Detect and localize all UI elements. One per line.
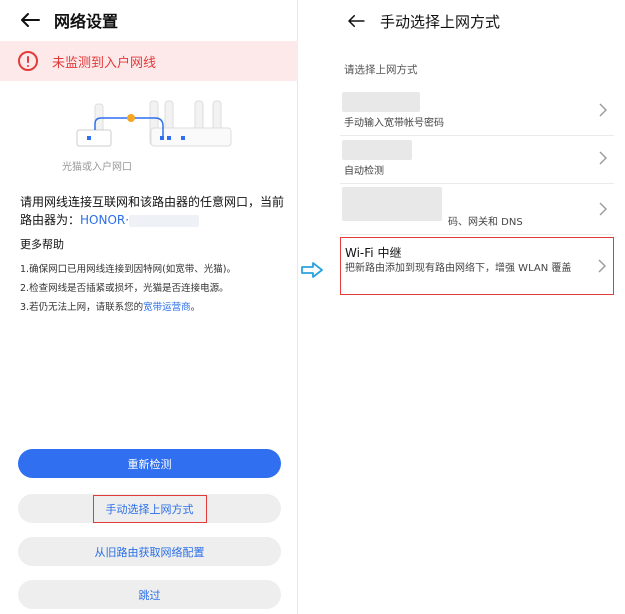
- description: 请用网线连接互联网和该路由器的任意网口，当前路由器为：HONOR·: [20, 193, 286, 229]
- alert-banner: 未监测到入户网线: [0, 41, 298, 81]
- option-label: 把新路由添加到现有路由网络下，增强 WLAN 覆盖: [345, 263, 572, 274]
- option-wifi-repeater[interactable]: Wi-Fi 中继 把新路由添加到现有路由网络下，增强 WLAN 覆盖: [340, 237, 614, 295]
- option-title: Wi-Fi 中继: [345, 246, 402, 260]
- redacted-block: [342, 92, 420, 112]
- redacted-block: [342, 140, 412, 160]
- manual-select-button[interactable]: 手动选择上网方式: [18, 494, 281, 523]
- isp-link[interactable]: 宽带运营商: [143, 302, 191, 313]
- page-title: 手动选择上网方式: [380, 12, 501, 31]
- manual-select-label: 手动选择上网方式: [92, 494, 207, 523]
- chevron-right-icon: [599, 103, 607, 117]
- option-pppoe[interactable]: 手动输入宽带帐号密码: [340, 86, 614, 136]
- router-name: HONOR·: [80, 213, 130, 227]
- manual-method-panel: 手动选择上网方式 请选择上网方式 手动输入宽带帐号密码 自动检测 码、网关和 D…: [326, 0, 625, 614]
- help-list: 1.确保网口已用网线连接到因特网(如宽带、光猫)。 2.检查网线是否插紧或损坏，…: [20, 260, 290, 317]
- help-item-suffix: 。: [190, 302, 201, 313]
- screenshot: 网络设置 未监测到入户网线 光猫或入户网口 请用网线连接互联网和该路由器的任意网…: [0, 0, 625, 614]
- back-button[interactable]: [344, 9, 368, 33]
- arrow-left-icon: [348, 14, 365, 28]
- recheck-button[interactable]: 重新检测: [18, 449, 281, 478]
- arrow-left-icon: [21, 13, 40, 27]
- help-item-text: 3.若仍无法上网，请联系您的: [20, 302, 144, 313]
- section-subtitle: 请选择上网方式: [344, 64, 418, 76]
- alert-text: 未监测到入户网线: [52, 55, 157, 71]
- help-item: 2.检查网线是否插紧或损坏，光猫是否连接电源。: [20, 283, 229, 294]
- chevron-right-icon: [599, 202, 607, 216]
- option-static-ip[interactable]: 码、网关和 DNS: [340, 185, 614, 235]
- help-item: 3.若仍无法上网，请联系您的宽带运营商。: [20, 298, 290, 317]
- option-label: 手动输入宽带帐号密码: [344, 118, 444, 129]
- option-auto-detect[interactable]: 自动检测: [340, 134, 614, 184]
- import-from-old-router-button[interactable]: 从旧路由获取网络配置: [18, 537, 281, 566]
- top-bar: 手动选择上网方式: [326, 0, 625, 42]
- router-illustration-icon: [76, 100, 232, 147]
- help-title: 更多帮助: [20, 238, 64, 251]
- arrow-right-icon: [300, 260, 324, 280]
- diagram-caption: 光猫或入户网口: [62, 162, 132, 173]
- page-title: 网络设置: [54, 12, 119, 31]
- redacted-block: [342, 187, 442, 221]
- network-settings-panel: 网络设置 未监测到入户网线 光猫或入户网口 请用网线连接互联网和该路由器的任意网…: [0, 0, 298, 614]
- option-label: 自动检测: [344, 166, 384, 177]
- chevron-right-icon: [598, 259, 606, 273]
- skip-button[interactable]: 跳过: [18, 580, 281, 609]
- top-bar: 网络设置: [0, 0, 297, 40]
- warning-icon: [18, 51, 38, 71]
- chevron-right-icon: [599, 151, 607, 165]
- help-item: 1.确保网口已用网线连接到因特网(如宽带、光猫)。: [20, 264, 236, 275]
- option-label: 码、网关和 DNS: [448, 217, 523, 228]
- redacted-block: [129, 214, 200, 227]
- back-button[interactable]: [18, 8, 42, 32]
